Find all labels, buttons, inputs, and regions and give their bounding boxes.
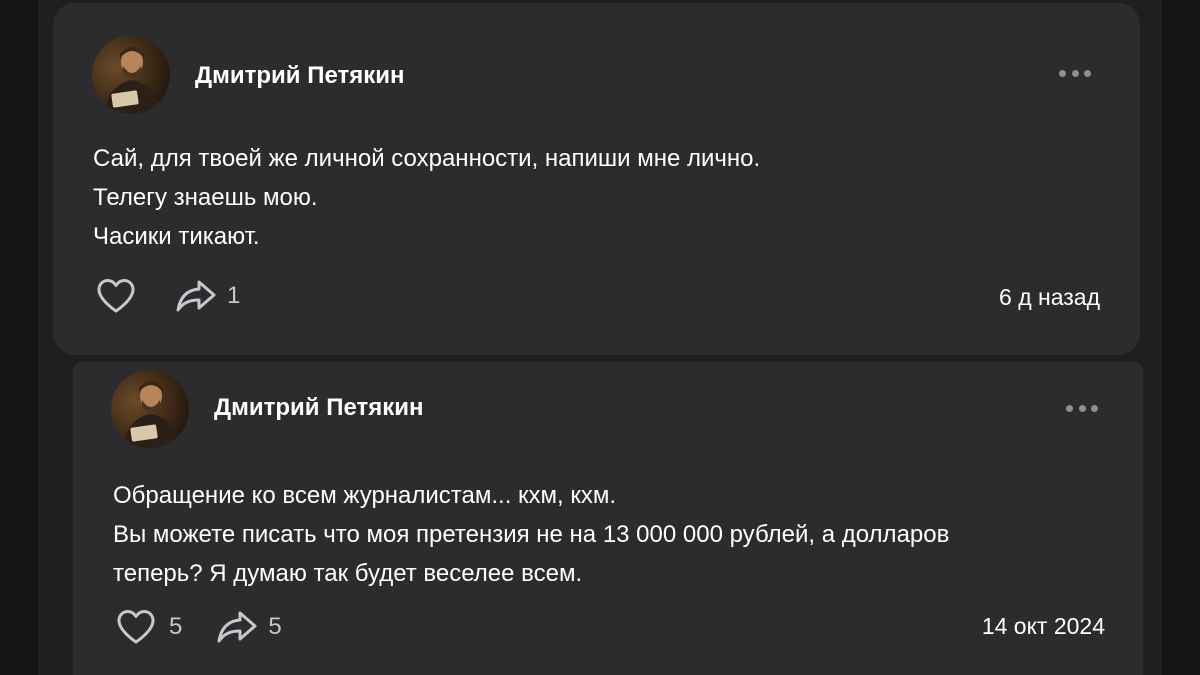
share-button[interactable]: 1 bbox=[175, 278, 240, 314]
author-name[interactable]: Дмитрий Петякин bbox=[195, 62, 405, 90]
post-timestamp[interactable]: 6 д назад bbox=[999, 284, 1100, 311]
share-count: 5 bbox=[268, 613, 282, 640]
post-text: Обращение ко всем журналистам... кхм, кх… bbox=[113, 476, 949, 593]
more-dot bbox=[1078, 404, 1086, 412]
more-dot bbox=[1091, 404, 1098, 412]
like-button[interactable] bbox=[95, 277, 137, 315]
post-text-line: Обращение ко всем журналистам... кхм, кх… bbox=[113, 482, 617, 509]
post-text: Сай, для твоей же личной сохранности, на… bbox=[93, 139, 760, 256]
author-name[interactable]: Дмитрий Петякин bbox=[214, 394, 424, 422]
avatar[interactable] bbox=[92, 36, 170, 114]
post-text-line: теперь? Я думаю так будет веселее всем. bbox=[113, 560, 583, 587]
post-text-line: Часики тикают. bbox=[93, 223, 260, 250]
avatar-photo bbox=[111, 370, 189, 448]
heart-outline-icon bbox=[97, 279, 135, 313]
avatar-photo bbox=[92, 36, 170, 114]
more-horizontal-icon bbox=[1066, 404, 1073, 412]
share-arrow-icon bbox=[217, 611, 257, 643]
post-actions: 5 5 bbox=[115, 607, 282, 647]
like-button[interactable]: 5 bbox=[115, 608, 216, 646]
post-actions: 1 bbox=[95, 276, 240, 316]
share-count: 1 bbox=[227, 282, 241, 309]
heart-outline-icon bbox=[117, 610, 155, 644]
post-text-line: Вы можете писать что моя претензия не на… bbox=[113, 521, 950, 548]
more-horizontal-icon bbox=[1059, 69, 1066, 77]
share-button[interactable]: 5 bbox=[216, 609, 282, 645]
more-dot bbox=[1071, 69, 1079, 77]
share-arrow-icon bbox=[176, 280, 216, 312]
more-options-button[interactable] bbox=[1059, 67, 1091, 79]
avatar[interactable] bbox=[111, 370, 189, 448]
post-card: Дмитрий Петякин Обращение ко всем журнал… bbox=[73, 362, 1143, 675]
post-timestamp[interactable]: 14 окт 2024 bbox=[982, 613, 1105, 640]
page: Дмитрий Петякин Сай, для твоей же личной… bbox=[0, 0, 1200, 675]
post-text-line: Сай, для твоей же личной сохранности, на… bbox=[93, 145, 761, 172]
more-options-button[interactable] bbox=[1066, 402, 1098, 414]
post-card: Дмитрий Петякин Сай, для твоей же личной… bbox=[53, 3, 1140, 355]
more-dot bbox=[1084, 69, 1091, 77]
post-text-line: Телегу знаешь мою. bbox=[93, 184, 318, 211]
like-count: 5 bbox=[169, 613, 183, 640]
